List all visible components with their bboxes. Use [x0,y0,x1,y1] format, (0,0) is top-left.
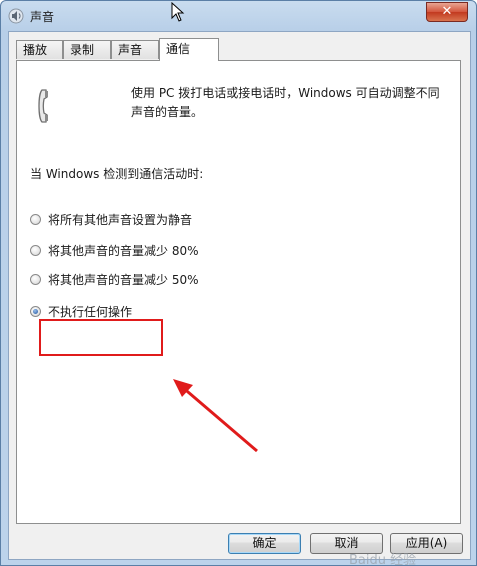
window-title: 声音 [30,10,55,24]
communications-description: 使用 PC 拨打电话或接电话时，Windows 可自动调整不同声音的音量。 [131,86,440,119]
annotation-highlight-box [39,319,163,356]
title-bar[interactable]: 声音 ✕ [1,1,476,31]
detection-label: 当 Windows 检测到通信活动时: [30,167,204,181]
mouse-cursor-icon [171,2,185,22]
ok-button[interactable]: 确定 [228,533,301,554]
option-label: 将其他声音的音量减少 50% [48,273,199,287]
speaker-icon [8,8,24,24]
tab-playback[interactable]: 播放 [16,40,63,59]
radio-button[interactable] [30,274,41,285]
radio-button-selected[interactable] [30,306,41,317]
radio-button[interactable] [30,214,41,225]
baidu-watermark: Baidu 经验 [349,553,417,566]
option-label: 将其他声音的音量减少 80% [48,244,199,258]
radio-button[interactable] [30,245,41,256]
option-label: 将所有其他声音设置为静音 [48,213,193,227]
phone-handset-icon [38,89,48,123]
annotation-arrow-icon [173,379,258,453]
tab-sounds[interactable]: 声音 [111,40,159,59]
close-button[interactable]: ✕ [426,2,468,22]
dialog-client-area: 播放 录制 声音 通信 使用 PC 拨打电话或接电话时，Windows 可自动调… [8,31,471,565]
tab-recording[interactable]: 录制 [63,40,111,59]
communications-panel: 使用 PC 拨打电话或接电话时，Windows 可自动调整不同声音的音量。 当 … [16,60,461,524]
sound-dialog: 声音 ✕ 播放 录制 声音 通信 使用 PC 拨打电话或接电话时，Windows… [0,0,477,566]
tab-communications[interactable]: 通信 [159,38,219,61]
